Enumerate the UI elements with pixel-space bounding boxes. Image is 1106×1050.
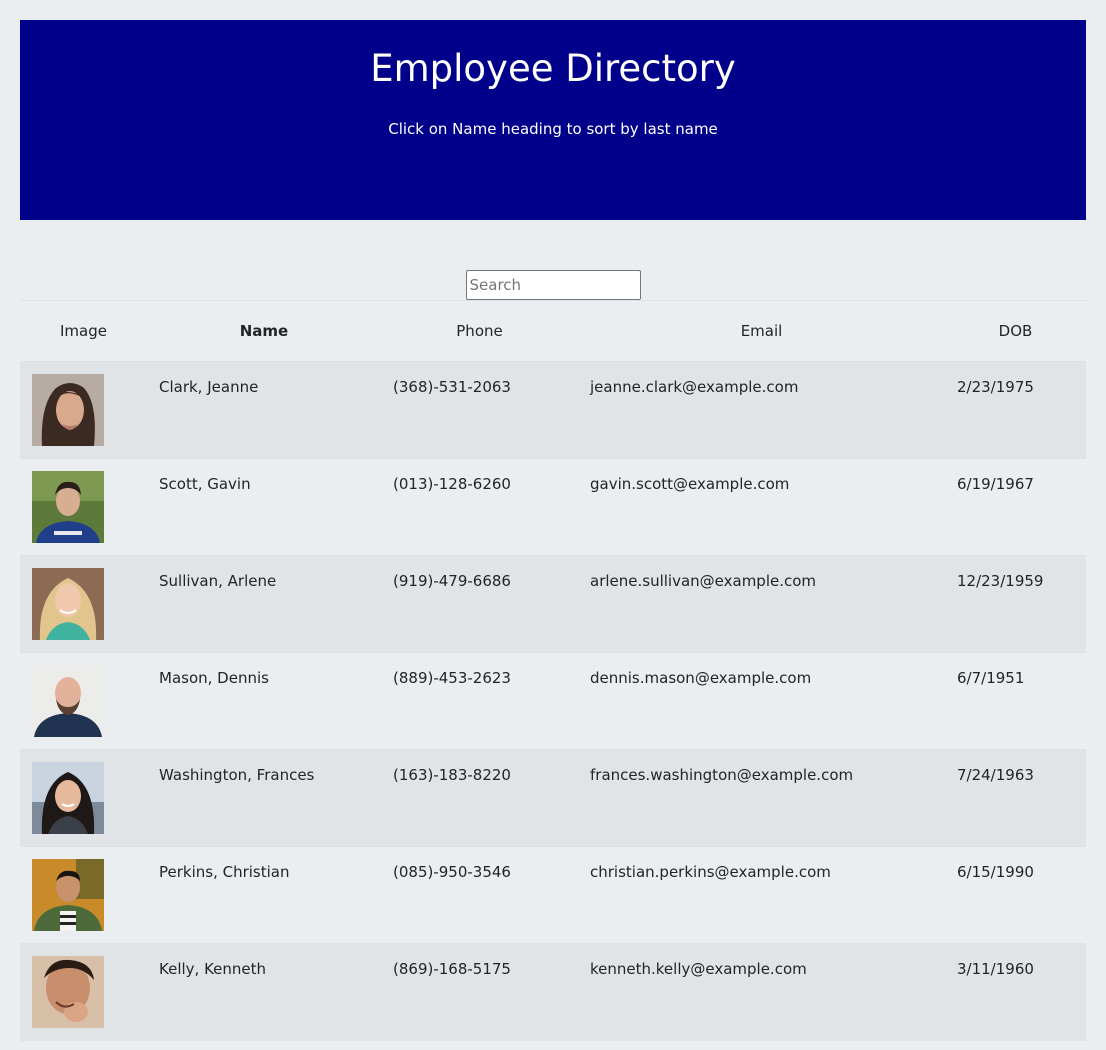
employee-dob: 12/23/1959 <box>957 572 1044 590</box>
employee-name: Kelly, Kenneth <box>159 960 267 978</box>
column-header-email: Email <box>740 322 783 340</box>
employee-phone: (368)-531-2063 <box>393 378 511 396</box>
employee-name: Washington, Frances <box>159 766 315 784</box>
employee-email: christian.perkins@example.com <box>590 863 831 881</box>
table-row: Kelly, Kenneth (869)-168-5175 kenneth.ke… <box>20 943 1086 1041</box>
employee-photo <box>32 374 104 446</box>
employee-phone: (869)-168-5175 <box>393 960 511 978</box>
employee-name: Clark, Jeanne <box>159 378 259 396</box>
employee-dob: 6/7/1951 <box>957 669 1025 687</box>
employee-photo <box>32 568 104 640</box>
table-row: Scott, Gavin (013)-128-6260 gavin.scott@… <box>20 458 1086 556</box>
page-title: Employee Directory <box>370 47 736 90</box>
employee-dob: 6/19/1967 <box>957 475 1034 493</box>
employee-phone: (889)-453-2623 <box>393 669 511 687</box>
column-header-name-sort[interactable]: Name <box>147 301 381 362</box>
employee-name: Mason, Dennis <box>159 669 269 687</box>
image-cell <box>20 362 147 459</box>
table-row: Washington, Frances (163)-183-8220 franc… <box>20 749 1086 847</box>
table-row: Sullivan, Arlene (919)-479-6686 arlene.s… <box>20 555 1086 653</box>
employee-photo <box>32 665 104 737</box>
table-row: Clark, Jeanne (368)-531-2063 jeanne.clar… <box>20 361 1086 459</box>
employee-email: kenneth.kelly@example.com <box>590 960 807 978</box>
table-row: Perkins, Christian (085)-950-3546 christ… <box>20 846 1086 944</box>
employee-email: jeanne.clark@example.com <box>590 378 799 396</box>
employee-name: Sullivan, Arlene <box>159 572 277 590</box>
employee-name: Scott, Gavin <box>159 475 251 493</box>
employee-photo <box>32 762 104 834</box>
image-cell <box>20 459 147 556</box>
column-header-dob: DOB <box>998 322 1033 340</box>
table-header-row: Image Name Phone Email DOB <box>20 300 1086 362</box>
image-cell <box>20 556 147 653</box>
table-row: Mason, Dennis (889)-453-2623 dennis.maso… <box>20 652 1086 750</box>
employee-dob: 3/11/1960 <box>957 960 1034 978</box>
employee-email: gavin.scott@example.com <box>590 475 790 493</box>
employee-email: arlene.sullivan@example.com <box>590 572 817 590</box>
employee-table: Image Name Phone Email DOB Clark, Jeanne… <box>20 300 1086 1041</box>
employee-phone: (163)-183-8220 <box>393 766 511 784</box>
page-subtitle: Click on Name heading to sort by last na… <box>388 120 718 138</box>
search-bar <box>0 270 1106 300</box>
image-cell <box>20 750 147 847</box>
column-header-phone: Phone <box>456 322 503 340</box>
image-cell <box>20 653 147 750</box>
employee-dob: 2/23/1975 <box>957 378 1034 396</box>
page-header: Employee Directory Click on Name heading… <box>20 20 1086 220</box>
employee-phone: (085)-950-3546 <box>393 863 511 881</box>
search-input[interactable] <box>465 270 641 300</box>
column-header-image: Image <box>60 322 107 340</box>
employee-name: Perkins, Christian <box>159 863 290 881</box>
employee-email: dennis.mason@example.com <box>590 669 812 687</box>
employee-photo <box>32 956 104 1028</box>
employee-phone: (013)-128-6260 <box>393 475 511 493</box>
employee-photo <box>32 859 104 931</box>
employee-dob: 6/15/1990 <box>957 863 1034 881</box>
image-cell <box>20 944 147 1041</box>
employee-dob: 7/24/1963 <box>957 766 1034 784</box>
image-cell <box>20 847 147 944</box>
employee-email: frances.washington@example.com <box>590 766 854 784</box>
employee-phone: (919)-479-6686 <box>393 572 511 590</box>
employee-photo <box>32 471 104 543</box>
